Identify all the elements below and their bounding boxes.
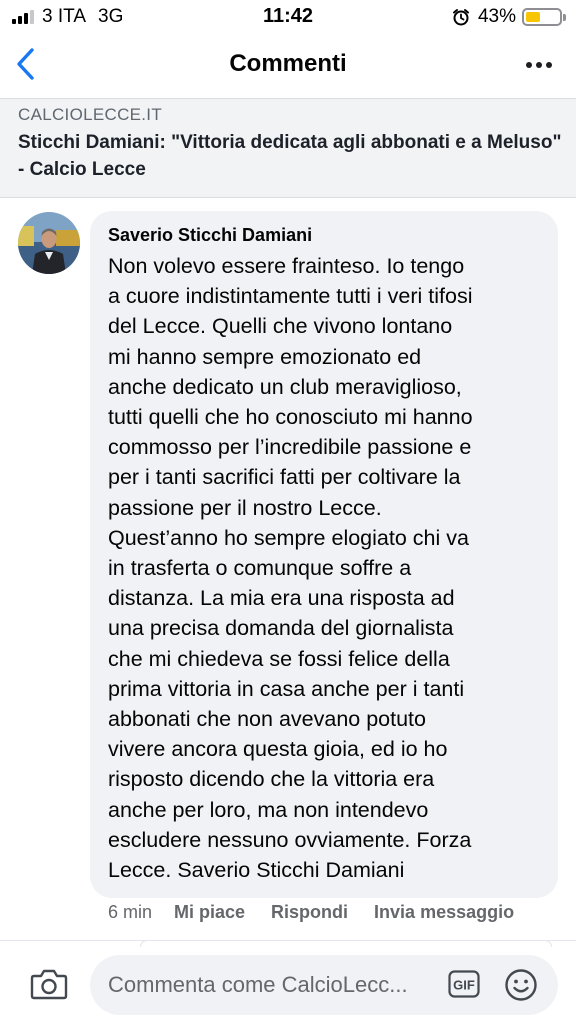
more-dots-icon[interactable] <box>526 62 552 68</box>
battery-icon <box>522 8 566 26</box>
link-domain: CALCIOLECCE.IT <box>18 105 163 124</box>
page-title: Commenti <box>229 50 347 77</box>
reply-button[interactable]: Rispondi <box>271 902 348 923</box>
emoji-icon[interactable] <box>504 968 538 1002</box>
link-preview[interactable]: CALCIOLECCE.IT Sticchi Damiani: "Vittori… <box>0 98 576 198</box>
nav-bar: Commenti <box>0 36 576 96</box>
comment-author[interactable]: Saverio Sticchi Damiani <box>108 223 540 247</box>
comment-input[interactable]: Commenta come CalcioLecc... GIF <box>90 955 558 1015</box>
alarm-icon <box>452 9 469 26</box>
status-right: 43% <box>452 6 566 28</box>
link-title: Sticchi Damiani: "Vittoria dedicata agli… <box>18 132 562 180</box>
battery-percent: 43% <box>477 6 516 27</box>
comment-text: Non volevo essere frainteso. Io tengo a … <box>108 254 473 883</box>
gif-icon[interactable]: GIF <box>448 970 480 998</box>
comment-composer: Commenta come CalcioLecc... GIF <box>0 940 576 1025</box>
like-button[interactable]: Mi piace <box>174 902 245 923</box>
gif-label: GIF <box>453 978 475 993</box>
status-bar: 3 ITA 3G 11:42 43% <box>0 0 576 36</box>
camera-icon[interactable] <box>30 967 68 1001</box>
avatar[interactable] <box>18 212 80 274</box>
comment-input-placeholder: Commenta come CalcioLecc... <box>108 972 408 997</box>
comment-bubble: Saverio Sticchi Damiani Non volevo esser… <box>90 211 558 898</box>
comment-actions: 6 min Mi piace Rispondi Invia messaggio <box>108 902 514 923</box>
comment-timestamp: 6 min <box>108 902 153 922</box>
send-message-button[interactable]: Invia messaggio <box>374 902 514 923</box>
composer-edge <box>140 940 552 947</box>
